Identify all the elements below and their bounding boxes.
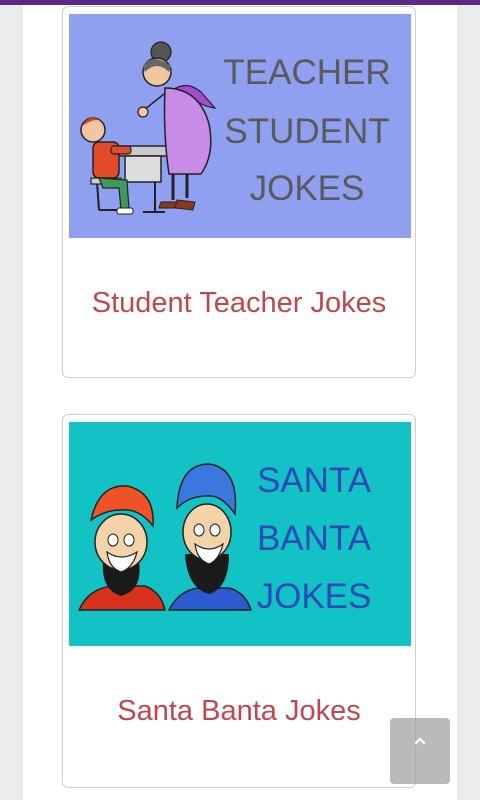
joke-category-card-teacher-student[interactable]: TEACHER STUDENT JOKES Student Teacher Jo… (62, 6, 416, 378)
chevron-up-icon: ⌃ (409, 734, 431, 764)
joke-category-card-santa-banta[interactable]: SANTA BANTA JOKES Santa Banta Jokes (62, 414, 416, 788)
teacher-student-thumbnail[interactable]: TEACHER STUDENT JOKES (69, 14, 411, 238)
santa-banta-thumbnail[interactable]: SANTA BANTA JOKES (69, 422, 411, 646)
santa-banta-illustration: SANTA BANTA JOKES (69, 422, 411, 646)
teacher-image-line-2: STUDENT (224, 112, 389, 151)
teacher-student-illustration: TEACHER STUDENT JOKES (69, 14, 411, 238)
santa-image-line-3: JOKES (257, 577, 372, 616)
teacher-image-line-1: TEACHER (223, 53, 390, 92)
card-title-santa-banta-jokes[interactable]: Santa Banta Jokes (63, 695, 415, 728)
santa-image-line-1: SANTA (257, 461, 372, 500)
scroll-to-top-button[interactable]: ⌃ (390, 718, 450, 784)
santa-image-line-2: BANTA (257, 519, 372, 558)
teacher-image-line-3: JOKES (250, 169, 365, 208)
card-title-student-teacher-jokes[interactable]: Student Teacher Jokes (63, 287, 415, 320)
